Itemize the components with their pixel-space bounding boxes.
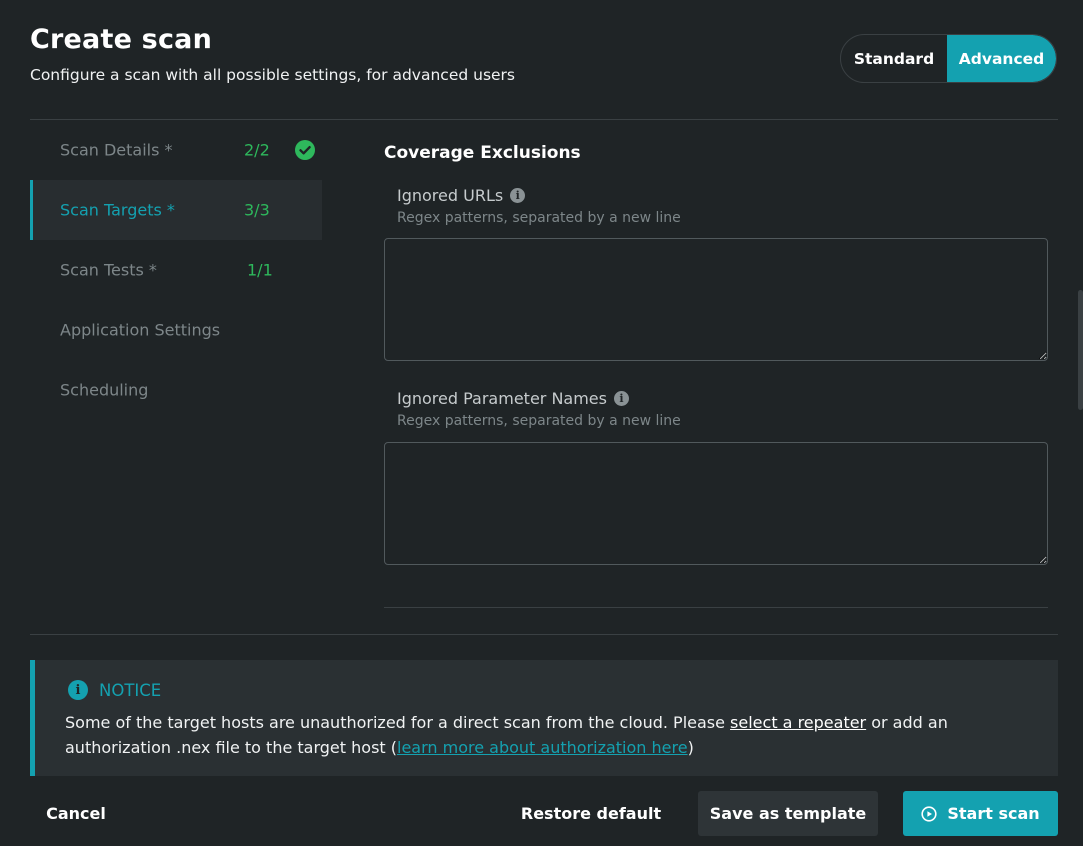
select-repeater-link[interactable]: select a repeater <box>730 713 866 732</box>
nav-item-label: Application Settings <box>60 320 221 340</box>
learn-more-authorization-link[interactable]: learn more about authorization here <box>397 738 688 757</box>
nav-item-count: 1/1 <box>247 260 273 280</box>
ignored-params-help: Regex patterns, separated by a new line <box>397 413 681 429</box>
notice-text-part: Some of the target hosts are unauthorize… <box>65 713 731 732</box>
mode-toggle: Standard Advanced <box>840 34 1057 83</box>
check-circle-icon <box>295 140 315 160</box>
notice-banner: i NOTICE Some of the target hosts are un… <box>30 660 1058 776</box>
field-label-text: Ignored Parameter Names <box>397 389 607 408</box>
page-subtitle: Configure a scan with all possible setti… <box>30 66 516 84</box>
info-icon: i <box>68 680 88 700</box>
start-scan-label: Start scan <box>947 804 1040 823</box>
cancel-button[interactable]: Cancel <box>30 791 122 836</box>
ignored-params-textarea[interactable] <box>384 442 1048 565</box>
section-title: Coverage Exclusions <box>384 143 581 163</box>
nav-item-count: 2/2 <box>244 140 270 160</box>
nav-item-scan-tests[interactable]: Scan Tests * 1/1 <box>30 240 322 300</box>
notice-title: NOTICE <box>99 680 162 700</box>
info-icon[interactable]: i <box>510 188 526 203</box>
nav-item-count: 3/3 <box>244 200 270 220</box>
ignored-params-label: Ignored Parameter Names i <box>397 389 629 408</box>
nav-item-label: Scan Details * <box>60 140 173 160</box>
nav-item-label: Scheduling <box>60 380 149 400</box>
play-circle-icon <box>921 805 937 822</box>
field-label-text: Ignored URLs <box>397 186 504 205</box>
nav-item-scan-targets[interactable]: Scan Targets * 3/3 <box>30 180 322 240</box>
notice-header: i NOTICE <box>68 680 161 700</box>
start-scan-button[interactable]: Start scan <box>903 791 1058 836</box>
nav-item-scheduling[interactable]: Scheduling <box>30 360 322 420</box>
save-as-template-button[interactable]: Save as template <box>698 791 878 836</box>
info-icon[interactable]: i <box>613 391 629 406</box>
notice-text: Some of the target hosts are unauthorize… <box>65 710 1045 760</box>
restore-default-button[interactable]: Restore default <box>516 791 666 836</box>
ignored-urls-label: Ignored URLs i <box>397 186 526 205</box>
divider <box>384 607 1048 608</box>
notice-text-part: ) <box>687 738 694 757</box>
nav-item-label: Scan Targets * <box>60 200 175 220</box>
mode-advanced-button[interactable]: Advanced <box>947 35 1056 82</box>
nav-item-scan-details[interactable]: Scan Details * 2/2 <box>30 120 322 180</box>
page-title: Create scan <box>30 24 212 55</box>
mode-standard-button[interactable]: Standard <box>841 35 947 82</box>
scrollbar[interactable] <box>1078 290 1083 410</box>
step-nav: Scan Details * 2/2 Scan Targets * 3/3 Sc… <box>30 120 322 420</box>
nav-item-label: Scan Tests * <box>60 260 157 280</box>
ignored-urls-textarea[interactable] <box>384 238 1048 361</box>
ignored-urls-help: Regex patterns, separated by a new line <box>397 210 681 226</box>
divider <box>30 634 1058 635</box>
nav-item-application-settings[interactable]: Application Settings <box>30 300 322 360</box>
